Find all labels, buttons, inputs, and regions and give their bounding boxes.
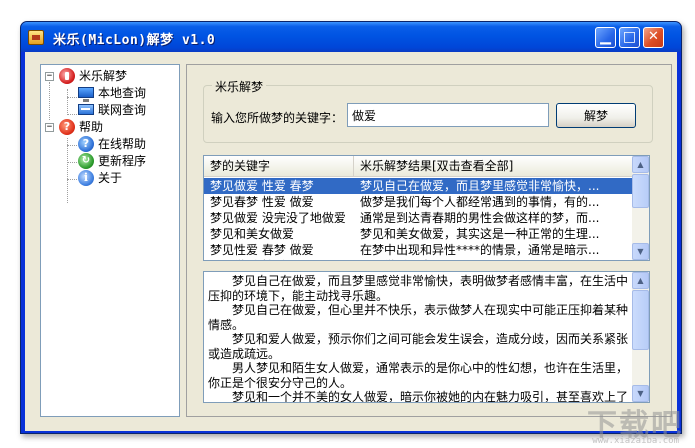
detail-paragraph: 男人梦见和陌生女人做爱，通常表示的是你心中的性幻想，也许在生活里，你正是个很安分… <box>208 361 629 390</box>
tree-collapse-help[interactable]: − <box>45 123 54 132</box>
help-icon: ? <box>59 119 75 135</box>
tree-collapse-dream[interactable]: − <box>45 72 54 81</box>
row-keyword: 梦见春梦 性爱 做爱 <box>210 195 314 209</box>
main-panel: 米乐解梦 输入您所做梦的关键字： 解梦 梦的关键字 米乐解梦结果[双击查看全部]… <box>186 64 672 417</box>
watermark-url: www.xiazaiba.com <box>592 436 679 446</box>
detail-paragraph: 梦见自己在做爱，但心里并不快乐，表示做梦人在现实中可能正压抑着某种情感。 <box>208 303 629 332</box>
row-keyword: 梦见做爱 性爱 春梦 <box>210 179 314 193</box>
app-icon <box>28 30 44 45</box>
client-area: − 米乐解梦 本地查询 联网查询 − ? 帮助 ? 在线帮助 ↻ 更新程序 i … <box>25 52 677 431</box>
scroll-up-arrow[interactable]: ▲ <box>632 272 649 289</box>
tree-item-label: 更新程序 <box>98 154 147 168</box>
maximize-button[interactable]: □ <box>619 27 640 48</box>
detail-text: 梦见自己在做爱，而且梦里感觉非常愉快，表明做梦者感情丰富，在生活中压抑的环境下，… <box>208 274 630 403</box>
results-list[interactable]: 梦的关键字 米乐解梦结果[双击查看全部] 梦见做爱 性爱 春梦 梦见自己在做爱，而… <box>203 155 650 261</box>
row-keyword: 梦见性爱 春梦 做爱 <box>210 243 314 257</box>
tree-item-label: 关于 <box>98 171 123 185</box>
title-bar[interactable]: 米乐(MicLon)解梦 v1.0 ▁ □ ✕ <box>21 22 681 52</box>
dream-icon <box>59 68 75 84</box>
results-scrollbar[interactable]: ▲ ▼ <box>632 156 649 260</box>
search-group-title: 米乐解梦 <box>212 78 267 95</box>
keyword-input[interactable] <box>347 103 549 127</box>
tree-item-label: 本地查询 <box>98 86 147 100</box>
close-button[interactable]: ✕ <box>643 27 664 48</box>
row-keyword: 梦见做爱 性爱 <box>210 258 356 260</box>
table-row[interactable]: 梦见性爱 春梦 做爱 在梦中出现和异性****的情景，通常是暗示... <box>204 242 633 258</box>
row-keyword: 梦见和美女做爱 <box>210 227 295 241</box>
table-row[interactable]: 梦见春梦 性爱 做爱 做梦是我们每个人都经常遇到的事情，有的... <box>204 194 633 210</box>
update-icon: ↻ <box>78 153 94 169</box>
results-rows: 梦见做爱 性爱 春梦 梦见自己在做爱，而且梦里感觉非常愉快，... 梦见春梦 性爱 … <box>204 178 633 260</box>
row-result: 通常是到达青春期的男性会做这样的梦，而... <box>360 211 600 225</box>
row-result: 做梦是我们每个人都经常遇到的事情，有的... <box>360 195 600 209</box>
table-row[interactable]: 梦见做爱 没完没了地做爱 通常是到达青春期的男性会做这样的梦，而... <box>204 210 633 226</box>
column-header-keyword[interactable]: 梦的关键字 <box>204 156 354 177</box>
row-result: 梦见做爱，表示... <box>360 258 630 260</box>
network-icon <box>78 104 94 115</box>
detail-scrollbar[interactable]: ▲ ▼ <box>632 272 649 402</box>
table-row[interactable]: 梦见和美女做爱 梦见和美女做爱，其实这是一种正常的生理... <box>204 226 633 242</box>
question-icon: ? <box>78 136 94 152</box>
detail-paragraph: 梦见和一个并不美的女人做爱，暗示你被她的内在魅力吸引，甚至喜欢上了她。是年轻男人… <box>232 390 629 403</box>
row-result: 梦见和美女做爱，其实这是一种正常的生理... <box>360 227 600 241</box>
nav-tree: − 米乐解梦 本地查询 联网查询 − ? 帮助 ? 在线帮助 ↻ 更新程序 i … <box>40 64 180 417</box>
scroll-thumb[interactable] <box>632 290 649 350</box>
tree-item-label: 帮助 <box>79 120 104 134</box>
results-header: 梦的关键字 米乐解梦结果[双击查看全部] <box>204 156 633 177</box>
row-keyword: 梦见做爱 没完没了地做爱 <box>210 211 346 225</box>
info-icon: i <box>78 170 94 186</box>
row-result: 梦见自己在做爱，而且梦里感觉非常愉快，... <box>360 179 600 193</box>
keyword-label: 输入您所做梦的关键字： <box>211 111 344 125</box>
search-group: 米乐解梦 输入您所做梦的关键字： 解梦 <box>203 78 653 143</box>
scroll-up-arrow[interactable]: ▲ <box>632 156 649 173</box>
result-detail[interactable]: 梦见自己在做爱，而且梦里感觉非常愉快，表明做梦者感情丰富，在生活中压抑的环境下，… <box>203 271 650 403</box>
tree-item-label: 联网查询 <box>98 103 147 117</box>
table-row[interactable]: 梦见做爱 性爱 春梦 梦见自己在做爱，而且梦里感觉非常愉快，... <box>204 178 633 194</box>
scroll-down-arrow[interactable]: ▼ <box>632 243 649 260</box>
tree-item-label: 在线帮助 <box>98 137 147 151</box>
column-header-result[interactable]: 米乐解梦结果[双击查看全部] <box>354 156 633 177</box>
interpret-button[interactable]: 解梦 <box>556 103 636 128</box>
minimize-button[interactable]: ▁ <box>595 27 616 48</box>
tree-item-label: 米乐解梦 <box>79 69 128 83</box>
row-result: 在梦中出现和异性****的情景，通常是暗示... <box>360 243 600 257</box>
table-row[interactable]: 梦见做爱 性爱 梦见做爱，表示... <box>204 258 633 260</box>
scroll-thumb[interactable] <box>632 174 649 208</box>
detail-paragraph: 梦见自己在做爱，而且梦里感觉非常愉快，表明做梦者感情丰富，在生活中压抑的环境下，… <box>208 274 629 303</box>
app-window: 米乐(MicLon)解梦 v1.0 ▁ □ ✕ − 米乐解梦 本地查询 联网查询… <box>20 21 682 434</box>
detail-paragraph: 梦见和爱人做爱，预示你们之间可能会发生误会，造成分歧，因而关系紧张或造成疏远。 <box>208 332 629 361</box>
window-title: 米乐(MicLon)解梦 v1.0 <box>53 33 216 48</box>
computer-icon <box>78 87 94 102</box>
